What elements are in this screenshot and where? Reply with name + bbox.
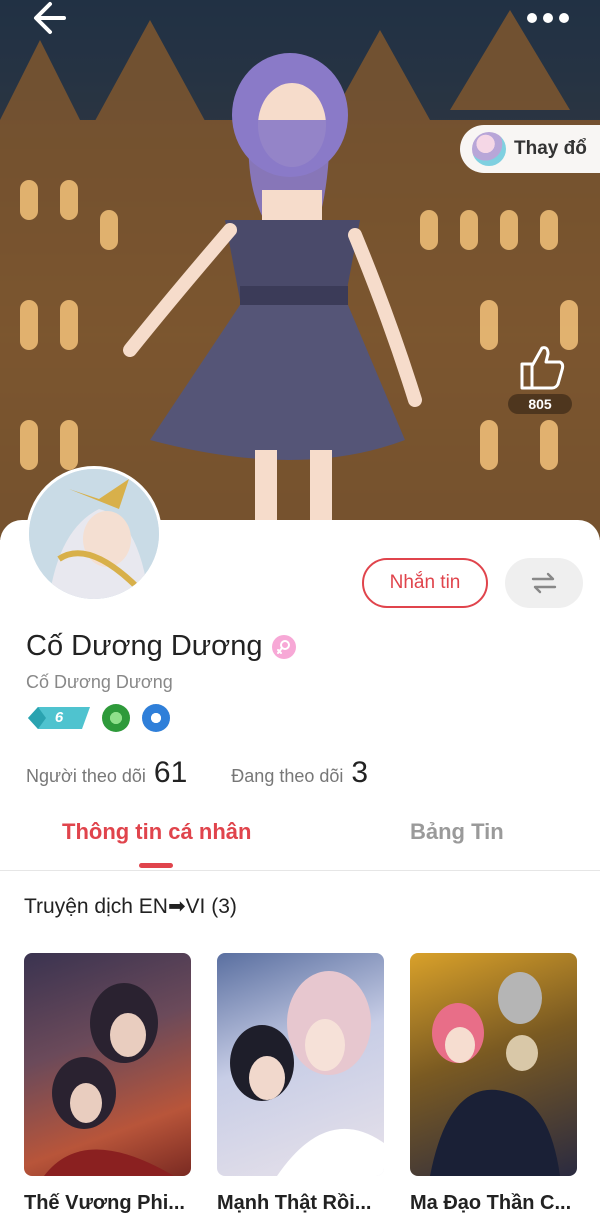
profile-banner: Thay đổ 805 <box>0 0 600 540</box>
message-button[interactable]: Nhắn tin <box>362 558 488 608</box>
swap-button[interactable] <box>505 558 583 608</box>
level-badge: 6 <box>26 705 92 731</box>
comic-title[interactable]: Mạnh Thật Rồi... <box>217 1192 371 1215</box>
name-row: Cố Dương Dương <box>26 630 297 663</box>
back-button[interactable] <box>22 0 78 36</box>
username: Cố Dương Dương <box>26 672 173 692</box>
comic-title[interactable]: Ma Đạo Thần C... <box>410 1192 571 1215</box>
blue-badge-icon <box>142 704 170 732</box>
avatar-image <box>29 469 159 599</box>
comic-cover-art <box>44 983 174 1176</box>
following-count[interactable]: 3 <box>351 756 368 790</box>
follow-stats: Người theo dõi 61 Đang theo dõi 3 <box>26 756 412 790</box>
level-number: 6 <box>54 709 64 726</box>
building-background <box>0 0 600 540</box>
swap-arrows-icon <box>531 572 557 594</box>
followers-count[interactable]: 61 <box>154 756 187 790</box>
change-outfit-button[interactable]: Thay đổ <box>460 125 600 173</box>
green-badge-icon <box>102 704 130 732</box>
outfit-thumbnail <box>472 132 506 166</box>
comic-cover-art <box>430 972 560 1176</box>
arrow-left-icon <box>34 2 66 34</box>
display-name: Cố Dương Dương <box>26 630 263 662</box>
comic-cover[interactable] <box>217 953 384 1176</box>
followers-label: Người theo dõi <box>26 766 146 786</box>
comic-cover[interactable] <box>410 953 577 1176</box>
comic-list <box>24 953 600 1176</box>
active-tab-indicator <box>139 863 173 868</box>
like-button[interactable]: 805 <box>508 342 572 418</box>
tab-personal-info[interactable]: Thông tin cá nhân <box>62 800 251 864</box>
thumbs-up-icon <box>520 346 565 390</box>
female-icon <box>272 634 297 659</box>
section-title: Truyện dịch EN➡VI (3) <box>24 895 237 918</box>
like-count: 805 <box>508 394 572 414</box>
more-horizontal-icon <box>527 13 569 23</box>
badge-row: 6 <box>26 704 182 732</box>
following-label: Đang theo dõi <box>231 766 344 786</box>
more-options-button[interactable] <box>520 4 576 32</box>
comic-title[interactable]: Thế Vương Phi... <box>24 1192 185 1215</box>
tab-news-feed[interactable]: Bảng Tin <box>410 800 504 864</box>
comic-cover-art <box>230 971 384 1176</box>
profile-tabs: Thông tin cá nhân Bảng Tin <box>0 800 600 871</box>
change-outfit-label: Thay đổ <box>514 138 587 159</box>
comic-cover[interactable] <box>24 953 191 1176</box>
avatar[interactable] <box>26 466 162 602</box>
